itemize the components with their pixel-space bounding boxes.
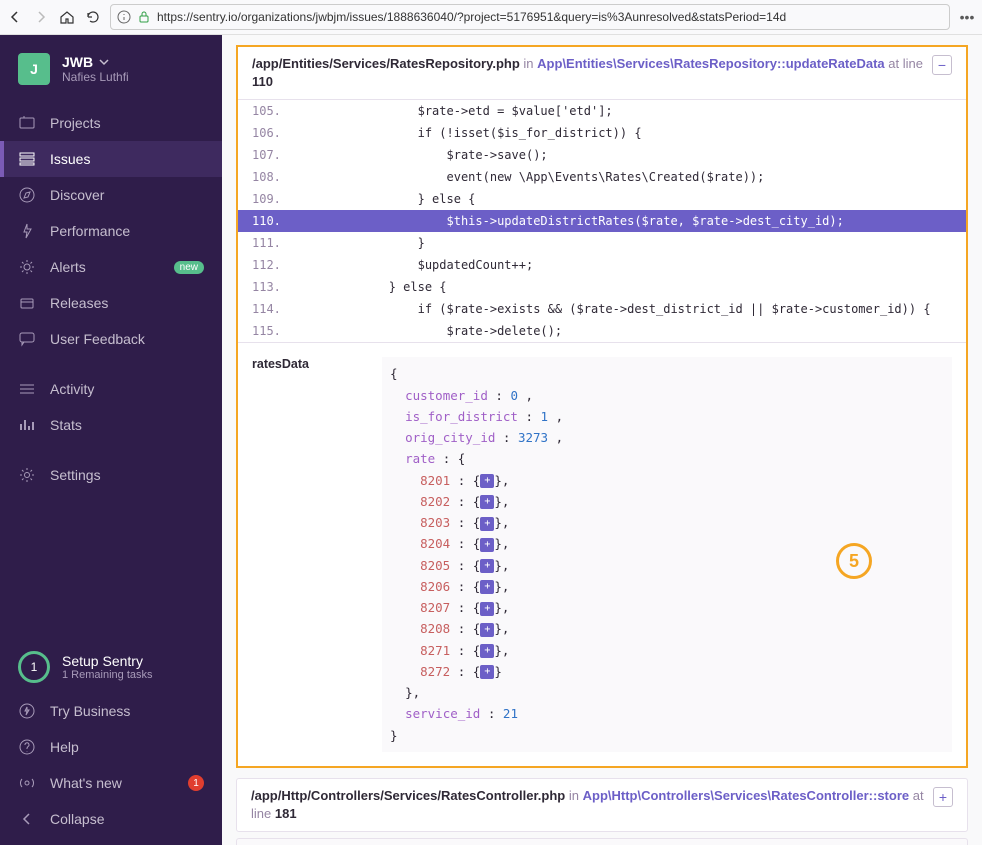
settings-icon <box>18 466 36 484</box>
expand-icon[interactable]: + <box>480 517 494 531</box>
back-icon[interactable] <box>6 8 24 26</box>
code-line: 115. $rate->delete(); <box>238 320 966 342</box>
code-line: 107. $rate->save(); <box>238 144 966 166</box>
frame-line: 110 <box>252 74 273 89</box>
new-badge: new <box>174 261 204 274</box>
url-bar[interactable]: https://sentry.io/organizations/jwbjm/is… <box>110 4 950 30</box>
stack-frame-expanded: /app/Entities/Services/RatesRepository.p… <box>236 45 968 768</box>
collapse-frame-button[interactable]: − <box>932 55 952 75</box>
more-icon[interactable]: ••• <box>958 8 976 26</box>
code-line: 105. $rate->etd = $value['etd']; <box>238 100 966 122</box>
code-line: 106. if (!isset($is_for_district)) { <box>238 122 966 144</box>
nav-stats[interactable]: Stats <box>0 407 222 443</box>
org-name: JWB <box>62 54 93 70</box>
org-switcher[interactable]: J JWB Nafies Luthfi <box>0 35 222 97</box>
source-code: 105. $rate->etd = $value['etd'];106. if … <box>238 100 966 342</box>
frame-function: App\Entities\Services\RatesRepository::u… <box>537 56 884 71</box>
code-line: 111. } <box>238 232 966 254</box>
expand-icon[interactable]: + <box>480 559 494 573</box>
shield-info-icon <box>117 10 131 24</box>
help-icon <box>18 738 36 756</box>
code-line: 110. $this->updateDistrictRates($rate, $… <box>238 210 966 232</box>
annotation-5: 5 <box>836 543 872 579</box>
frame-path: /app/Entities/Services/RatesRepository.p… <box>252 56 520 71</box>
expand-frame-button[interactable]: + <box>933 787 953 807</box>
nav-alerts[interactable]: Alertsnew <box>0 249 222 285</box>
code-line: 112. $updatedCount++; <box>238 254 966 276</box>
expand-icon[interactable]: + <box>480 538 494 552</box>
setup-sentry[interactable]: 1 Setup Sentry1 Remaining tasks <box>0 641 222 693</box>
frame-header: /app/Entities/Services/RatesRepository.p… <box>238 47 966 100</box>
alerts-icon <box>18 258 36 276</box>
expand-icon[interactable]: + <box>480 665 494 679</box>
releases-icon <box>18 294 36 312</box>
nav-feedback[interactable]: User Feedback <box>0 321 222 357</box>
org-avatar: J <box>18 53 50 85</box>
code-line: 108. event(new \App\Events\Rates\Created… <box>238 166 966 188</box>
expand-icon[interactable]: + <box>480 580 494 594</box>
performance-icon <box>18 222 36 240</box>
lock-icon <box>137 10 151 24</box>
stats-icon <box>18 416 36 434</box>
expand-icon[interactable]: + <box>480 495 494 509</box>
nav-projects[interactable]: Projects <box>0 105 222 141</box>
issues-icon <box>18 150 36 168</box>
broadcast-icon <box>18 774 36 792</box>
nav-releases[interactable]: Releases <box>0 285 222 321</box>
code-line: 113. } else { <box>238 276 966 298</box>
nav-performance[interactable]: Performance <box>0 213 222 249</box>
setup-ring: 1 <box>18 651 50 683</box>
var-name: ratesData <box>252 357 362 752</box>
nav-collapse[interactable]: Collapse <box>0 801 222 837</box>
home-icon[interactable] <box>58 8 76 26</box>
sidebar: J JWB Nafies Luthfi Projects Issues Disc… <box>0 35 222 845</box>
notification-dot: 1 <box>188 775 204 791</box>
discover-icon <box>18 186 36 204</box>
expand-icon[interactable]: + <box>480 474 494 488</box>
nav-issues[interactable]: Issues <box>0 141 222 177</box>
collapse-icon <box>18 810 36 828</box>
org-user: Nafies Luthfi <box>62 70 129 84</box>
expand-icon[interactable]: + <box>480 623 494 637</box>
code-line: 109. } else { <box>238 188 966 210</box>
projects-icon <box>18 114 36 132</box>
chevron-down-icon <box>99 57 109 67</box>
nav-help[interactable]: Help <box>0 729 222 765</box>
browser-toolbar: https://sentry.io/organizations/jwbjm/is… <box>0 0 982 35</box>
expand-icon[interactable]: + <box>480 644 494 658</box>
bolt-icon <box>18 702 36 720</box>
nav-discover[interactable]: Discover <box>0 177 222 213</box>
code-line: 114. if ($rate->exists && ($rate->dest_d… <box>238 298 966 320</box>
forward-icon[interactable] <box>32 8 50 26</box>
url-text: https://sentry.io/organizations/jwbjm/is… <box>157 10 786 24</box>
called-from: Called from: [internal] in call_user_fun… <box>236 838 968 845</box>
nav-whatsnew[interactable]: What's new1 <box>0 765 222 801</box>
reload-icon[interactable] <box>84 8 102 26</box>
activity-icon <box>18 380 36 398</box>
main-content: /app/Entities/Services/RatesRepository.p… <box>222 35 982 845</box>
nav-settings[interactable]: Settings <box>0 457 222 493</box>
nav-activity[interactable]: Activity <box>0 371 222 407</box>
expand-icon[interactable]: + <box>480 602 494 616</box>
nav-try-business[interactable]: Try Business <box>0 693 222 729</box>
feedback-icon <box>18 330 36 348</box>
stack-frame-collapsed: /app/Http/Controllers/Services/RatesCont… <box>236 778 968 832</box>
